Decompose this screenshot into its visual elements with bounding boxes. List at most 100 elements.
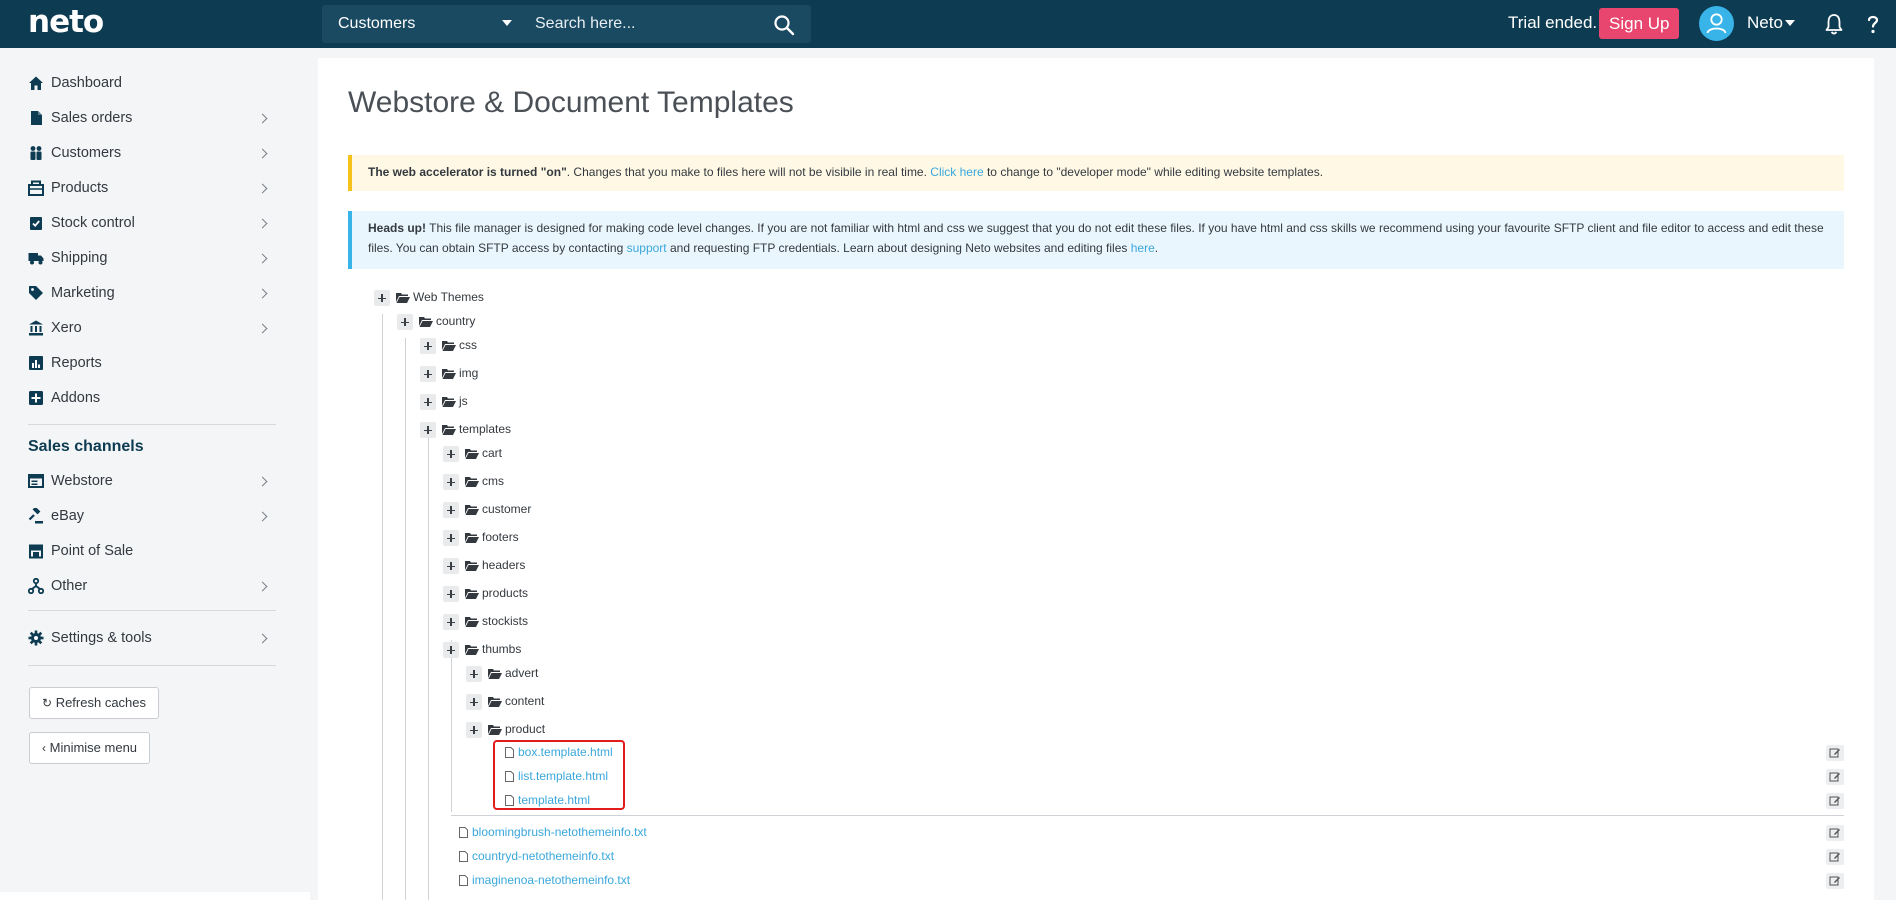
nav-sales-orders[interactable]: Sales orders [28,103,276,133]
edit-file-button[interactable] [1826,825,1844,841]
edit-file-button[interactable] [1826,849,1844,865]
nav-label: Stock control [51,215,135,231]
nav-customers[interactable]: Customers [28,138,276,168]
tree-folder-templates[interactable]: templates [459,422,511,436]
nav-products[interactable]: Products [28,173,276,203]
expand-folder-button[interactable] [443,530,459,546]
tree-file-box-template[interactable]: box.template.html [518,745,613,759]
folder-open-icon [488,725,502,735]
tree-guide-line [428,431,429,900]
expand-folder-button[interactable] [443,502,459,518]
help-icon[interactable] [1862,12,1884,36]
sign-up-button[interactable]: Sign Up [1599,8,1680,39]
nav-xero[interactable]: Xero [28,313,276,343]
tree-file-imaginenoa[interactable]: imaginenoa-netothemeinfo.txt [472,873,630,887]
expand-folder-button[interactable] [466,722,482,738]
developer-mode-link[interactable]: Click here [930,165,983,179]
search-input[interactable] [525,5,775,43]
tree-folder-cms[interactable]: cms [482,474,504,488]
minimise-menu-label: Minimise menu [49,740,138,755]
file-icon [459,875,468,886]
tree-folder-js[interactable]: js [459,394,468,408]
bell-icon[interactable] [1823,12,1845,36]
user-avatar[interactable] [1699,6,1734,41]
expand-folder-button[interactable] [443,614,459,630]
edit-file-button[interactable] [1826,873,1844,889]
tree-file-template[interactable]: template.html [518,793,590,807]
nav-label: Shipping [51,250,108,266]
minimise-menu-button[interactable]: ‹ Minimise menu [29,732,151,764]
tree-file-list-template[interactable]: list.template.html [518,769,608,783]
info-bold-text: Heads up! [368,221,427,235]
nav-ebay[interactable]: eBay [28,501,276,531]
chevron-right-icon [257,148,268,159]
bank-icon [29,320,43,336]
here-link[interactable]: here [1131,241,1155,255]
caret-down-icon[interactable] [1785,20,1795,26]
expand-folder-button[interactable] [466,694,482,710]
tree-folder-country[interactable]: country [436,314,475,328]
tree-folder-img[interactable]: img [459,366,478,380]
network-icon [28,578,44,594]
expand-folder-button[interactable] [466,666,482,682]
tree-folder-css[interactable]: css [459,338,477,352]
edit-icon [1829,796,1840,806]
tree-guide-line [405,338,406,900]
edit-file-button[interactable] [1826,745,1844,761]
neto-logo[interactable]: neto [28,4,104,40]
tree-file-bloomingbrush[interactable]: bloomingbrush-netothemeinfo.txt [472,825,647,839]
nav-marketing[interactable]: Marketing [28,278,276,308]
warning-text: . Changes that you make to files here wi… [566,165,931,179]
edit-file-button[interactable] [1826,793,1844,809]
expand-folder-button[interactable] [443,642,459,658]
nav-label: Webstore [51,473,113,489]
expand-folder-button[interactable] [420,422,436,438]
expand-country-button[interactable] [397,314,413,330]
tree-folder-cart[interactable]: cart [482,446,502,460]
tree-guide-line [451,815,1844,816]
expand-folder-button[interactable] [443,446,459,462]
expand-folder-button[interactable] [420,366,436,382]
tree-folder-advert[interactable]: advert [505,666,538,680]
nav-other[interactable]: Other [28,571,276,601]
tree-folder-stockists[interactable]: stockists [482,614,528,628]
support-link[interactable]: support [627,241,667,255]
expand-web-themes-button[interactable] [374,290,390,306]
expand-folder-button[interactable] [443,558,459,574]
search-scope-dropdown[interactable]: Customers [322,5,522,43]
tree-folder-web-themes[interactable]: Web Themes [413,290,484,304]
tree-guide-line [382,314,383,900]
nav-stock-control[interactable]: Stock control [28,208,276,238]
nav-dashboard[interactable]: Dashboard [28,68,276,98]
user-menu-name[interactable]: Neto [1747,13,1783,33]
refresh-caches-button[interactable]: ↻ Refresh caches [29,687,160,719]
plus-square-icon [29,391,43,405]
tree-folder-thumbs[interactable]: thumbs [482,642,521,656]
edit-file-button[interactable] [1826,769,1844,785]
tree-folder-footers[interactable]: footers [482,530,519,544]
nav-reports[interactable]: Reports [28,348,276,378]
expand-folder-button[interactable] [420,394,436,410]
tree-folder-headers[interactable]: headers [482,558,525,572]
nav-point-of-sale[interactable]: Point of Sale [28,536,276,566]
box-icon [28,180,44,196]
tree-folder-products[interactable]: products [482,586,528,600]
edit-icon [1829,748,1840,758]
nav-addons[interactable]: Addons [28,383,276,413]
chevron-right-icon [257,581,268,592]
caret-down-icon [502,20,512,26]
search-icon[interactable] [772,13,796,37]
expand-folder-button[interactable] [420,338,436,354]
tree-folder-content[interactable]: content [505,694,544,708]
expand-folder-button[interactable] [443,586,459,602]
heads-up-info: Heads up! This file manager is designed … [348,211,1844,269]
file-icon [459,851,468,862]
tree-folder-customer[interactable]: customer [482,502,531,516]
nav-shipping[interactable]: Shipping [28,243,276,273]
expand-folder-button[interactable] [443,474,459,490]
nav-webstore[interactable]: Webstore [28,466,276,496]
tree-folder-product[interactable]: product [505,722,545,736]
nav-settings-tools[interactable]: Settings & tools [28,623,276,653]
folder-open-icon [465,589,479,599]
tree-file-countryd[interactable]: countryd-netothemeinfo.txt [472,849,614,863]
